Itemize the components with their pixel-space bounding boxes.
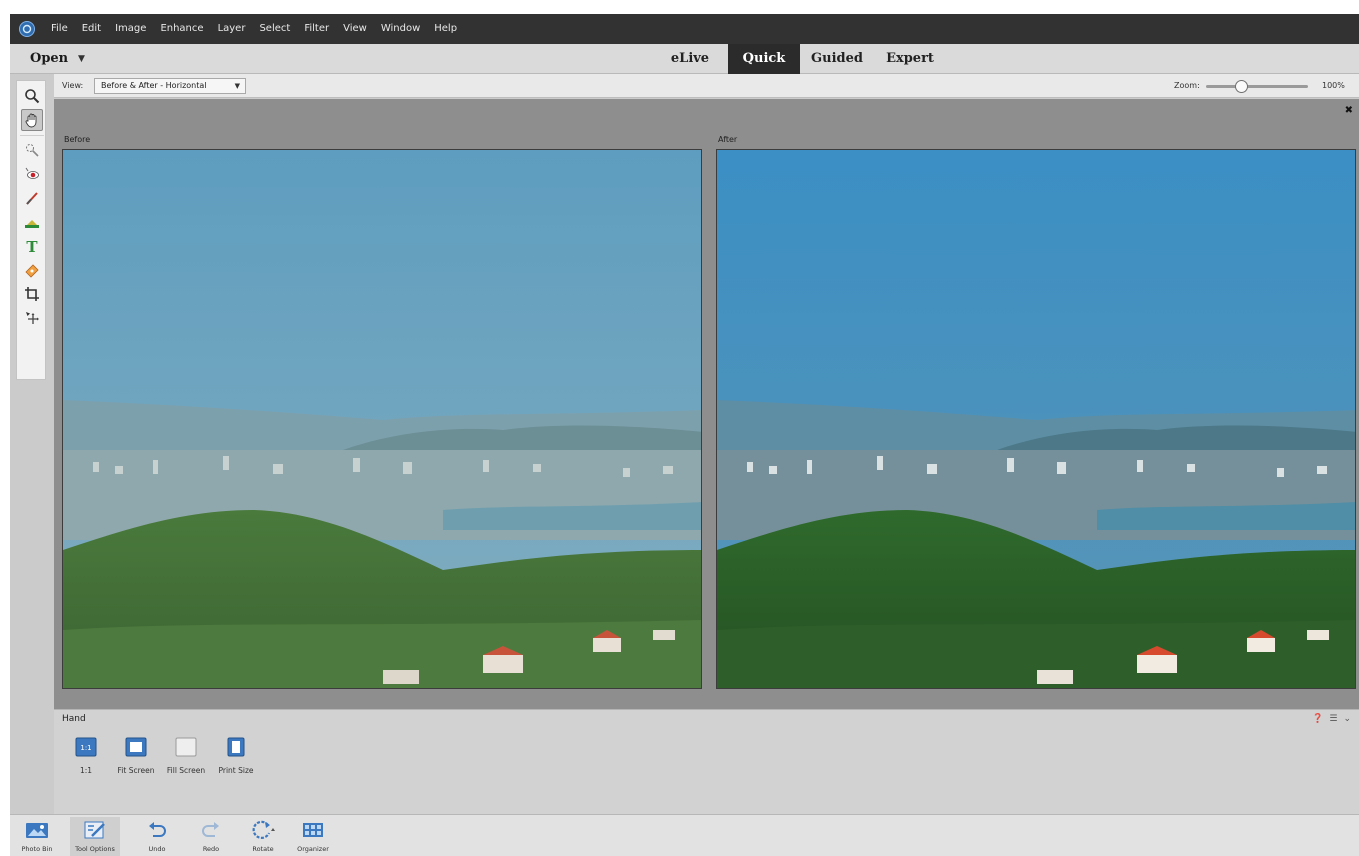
spot-healing-icon[interactable] bbox=[21, 259, 43, 281]
zoom-tool-icon[interactable] bbox=[21, 85, 43, 107]
menu-help[interactable]: Help bbox=[427, 14, 464, 44]
rotate-button[interactable]: Rotate bbox=[238, 817, 288, 856]
menu-image[interactable]: Image bbox=[108, 14, 153, 44]
print-size-icon bbox=[224, 736, 248, 758]
toolbox: T bbox=[10, 74, 54, 814]
rotate-icon bbox=[248, 817, 278, 843]
organizer-label: Organizer bbox=[297, 845, 329, 853]
open-dropdown-chevron-icon[interactable]: ▼ bbox=[78, 44, 85, 74]
zoom-value: 100% bbox=[1322, 81, 1345, 90]
straighten-icon[interactable] bbox=[21, 211, 43, 233]
tab-elive[interactable]: eLive bbox=[660, 44, 720, 74]
undo-icon bbox=[142, 817, 172, 843]
crop-tool-icon[interactable] bbox=[21, 283, 43, 305]
type-tool-icon[interactable]: T bbox=[21, 235, 43, 257]
photo-bin-button[interactable]: Photo Bin bbox=[12, 817, 62, 856]
view-label: View: bbox=[62, 81, 84, 90]
fill-screen-icon bbox=[174, 736, 198, 758]
print-size-button[interactable]: Print Size bbox=[206, 736, 266, 775]
help-icon[interactable]: ❓ bbox=[1312, 714, 1323, 724]
options-panel-controls: ❓ ☰ ⌄ bbox=[1312, 714, 1351, 724]
app-logo-icon bbox=[10, 14, 44, 44]
zoom-slider-thumb[interactable] bbox=[1235, 80, 1249, 93]
quick-selection-icon[interactable] bbox=[21, 139, 43, 161]
menu-select[interactable]: Select bbox=[252, 14, 297, 44]
svg-text:T: T bbox=[26, 238, 38, 254]
after-photo[interactable] bbox=[716, 149, 1356, 689]
before-after-canvas: ✖ Before After bbox=[54, 99, 1359, 709]
fit-screen-label: Fit Screen bbox=[117, 766, 155, 775]
menu-enhance[interactable]: Enhance bbox=[153, 14, 210, 44]
chevron-down-icon: ▼ bbox=[234, 82, 240, 90]
tool-options-panel: Hand ❓ ☰ ⌄ 1:1 1:1 Fit Screen Fill Scree… bbox=[54, 709, 1359, 815]
open-button[interactable]: Open bbox=[30, 44, 68, 74]
menu-view[interactable]: View bbox=[336, 14, 374, 44]
redo-icon bbox=[196, 817, 226, 843]
collapse-chevron-icon[interactable]: ⌄ bbox=[1343, 714, 1351, 724]
print-size-label: Print Size bbox=[218, 766, 254, 775]
actual-pixels-icon-text: 1:1 bbox=[80, 744, 91, 752]
close-icon[interactable]: ✖ bbox=[1345, 105, 1353, 116]
actual-pixels-icon: 1:1 bbox=[74, 736, 98, 758]
menu-window[interactable]: Window bbox=[374, 14, 427, 44]
tool-options-button[interactable]: Tool Options bbox=[70, 817, 120, 856]
view-options-bar: View: Before & After - Horizontal ▼ Zoom… bbox=[54, 74, 1359, 98]
after-label: After bbox=[718, 135, 738, 144]
view-mode-value: Before & After - Horizontal bbox=[101, 81, 207, 90]
view-mode-select[interactable]: Before & After - Horizontal ▼ bbox=[94, 78, 246, 94]
photo-bin-label: Photo Bin bbox=[21, 845, 53, 853]
redo-label: Redo bbox=[202, 845, 220, 853]
before-label: Before bbox=[64, 135, 91, 144]
toolbox-divider bbox=[20, 135, 44, 136]
menu-filter[interactable]: Filter bbox=[297, 14, 336, 44]
tab-quick[interactable]: Quick bbox=[728, 44, 800, 74]
rotate-label: Rotate bbox=[252, 845, 274, 853]
menu-bar: File Edit Image Enhance Layer Select Fil… bbox=[10, 14, 1359, 44]
bottom-taskbar: Photo Bin Tool Options Undo Redo Rotate bbox=[10, 814, 1359, 856]
menu-file[interactable]: File bbox=[44, 14, 75, 44]
redo-button[interactable]: Redo bbox=[186, 817, 236, 856]
fill-screen-label: Fill Screen bbox=[166, 766, 206, 775]
hand-tool-icon[interactable] bbox=[21, 109, 43, 131]
organizer-icon bbox=[298, 817, 328, 843]
fit-screen-icon bbox=[124, 736, 148, 758]
photo-bin-icon bbox=[22, 817, 52, 843]
undo-button[interactable]: Undo bbox=[132, 817, 182, 856]
photoshop-elements-window: File Edit Image Enhance Layer Select Fil… bbox=[10, 14, 1359, 856]
organizer-button[interactable]: Organizer bbox=[288, 817, 338, 856]
mode-bar: Open ▼ eLive Quick Guided Expert bbox=[10, 44, 1359, 74]
red-eye-icon[interactable] bbox=[21, 163, 43, 185]
move-tool-icon[interactable] bbox=[21, 307, 43, 329]
whiten-teeth-icon[interactable] bbox=[21, 187, 43, 209]
tool-strip: T bbox=[16, 80, 46, 380]
menu-layer[interactable]: Layer bbox=[211, 14, 253, 44]
menu-edit[interactable]: Edit bbox=[75, 14, 108, 44]
before-photo[interactable] bbox=[62, 149, 702, 689]
zoom-slider-track[interactable] bbox=[1206, 85, 1308, 88]
tab-expert[interactable]: Expert bbox=[876, 44, 944, 74]
active-tool-name: Hand bbox=[62, 714, 86, 724]
tool-options-label: Tool Options bbox=[75, 845, 115, 853]
panel-menu-icon[interactable]: ☰ bbox=[1329, 714, 1337, 724]
undo-label: Undo bbox=[148, 845, 166, 853]
actual-pixels-label: 1:1 bbox=[79, 766, 93, 775]
tool-options-icon bbox=[80, 817, 110, 843]
tab-guided[interactable]: Guided bbox=[804, 44, 870, 74]
zoom-label: Zoom: bbox=[1174, 81, 1200, 90]
